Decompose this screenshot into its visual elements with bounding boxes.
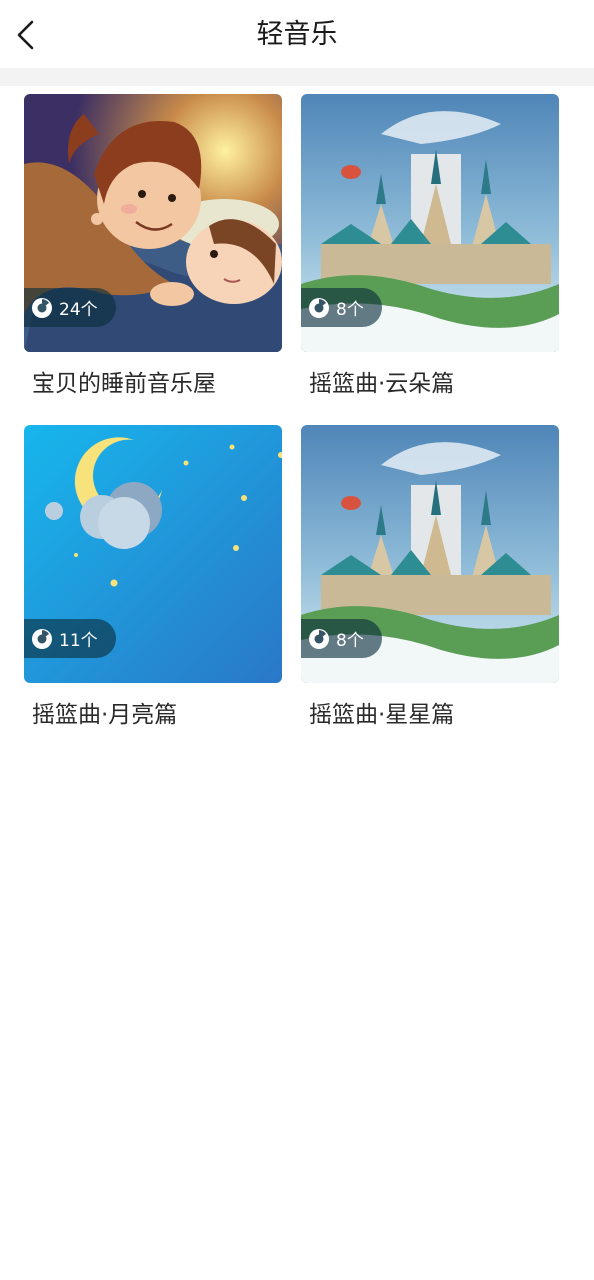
album-name: 摇篮曲·云朵篇	[309, 371, 455, 397]
music-disc-icon	[309, 297, 329, 318]
track-count: 8个	[336, 300, 364, 320]
track-count: 11个	[59, 631, 98, 651]
track-count-badge: 11个	[24, 619, 116, 658]
album-name: 摇篮曲·星星篇	[309, 702, 455, 728]
album-name: 摇篮曲·月亮篇	[32, 702, 178, 728]
track-count: 8个	[336, 631, 364, 651]
track-count-badge: 24个	[24, 288, 116, 327]
header-divider	[0, 68, 594, 86]
track-count: 24个	[59, 300, 98, 320]
track-count-badge: 8个	[301, 619, 382, 658]
album-card-clouds[interactable]: 8个 摇篮曲·云朵篇	[301, 94, 559, 397]
album-cover-image: 8个	[301, 425, 559, 683]
music-disc-icon	[309, 628, 329, 649]
album-card-bedtime[interactable]: 24个 宝贝的睡前音乐屋	[24, 94, 282, 397]
album-cover-image: 8个	[301, 94, 559, 352]
page-title: 轻音乐	[256, 19, 338, 50]
album-cover-image: 24个	[24, 94, 282, 352]
album-card-moon[interactable]: 11个 摇篮曲·月亮篇	[24, 425, 282, 728]
album-cover-image: 11个	[24, 425, 282, 683]
album-name: 宝贝的睡前音乐屋	[32, 371, 216, 397]
music-disc-icon	[32, 297, 52, 318]
top-nav-bar: 轻音乐	[0, 0, 594, 68]
track-count-badge: 8个	[301, 288, 382, 327]
music-disc-icon	[32, 628, 52, 649]
album-card-stars[interactable]: 8个 摇篮曲·星星篇	[301, 425, 559, 728]
